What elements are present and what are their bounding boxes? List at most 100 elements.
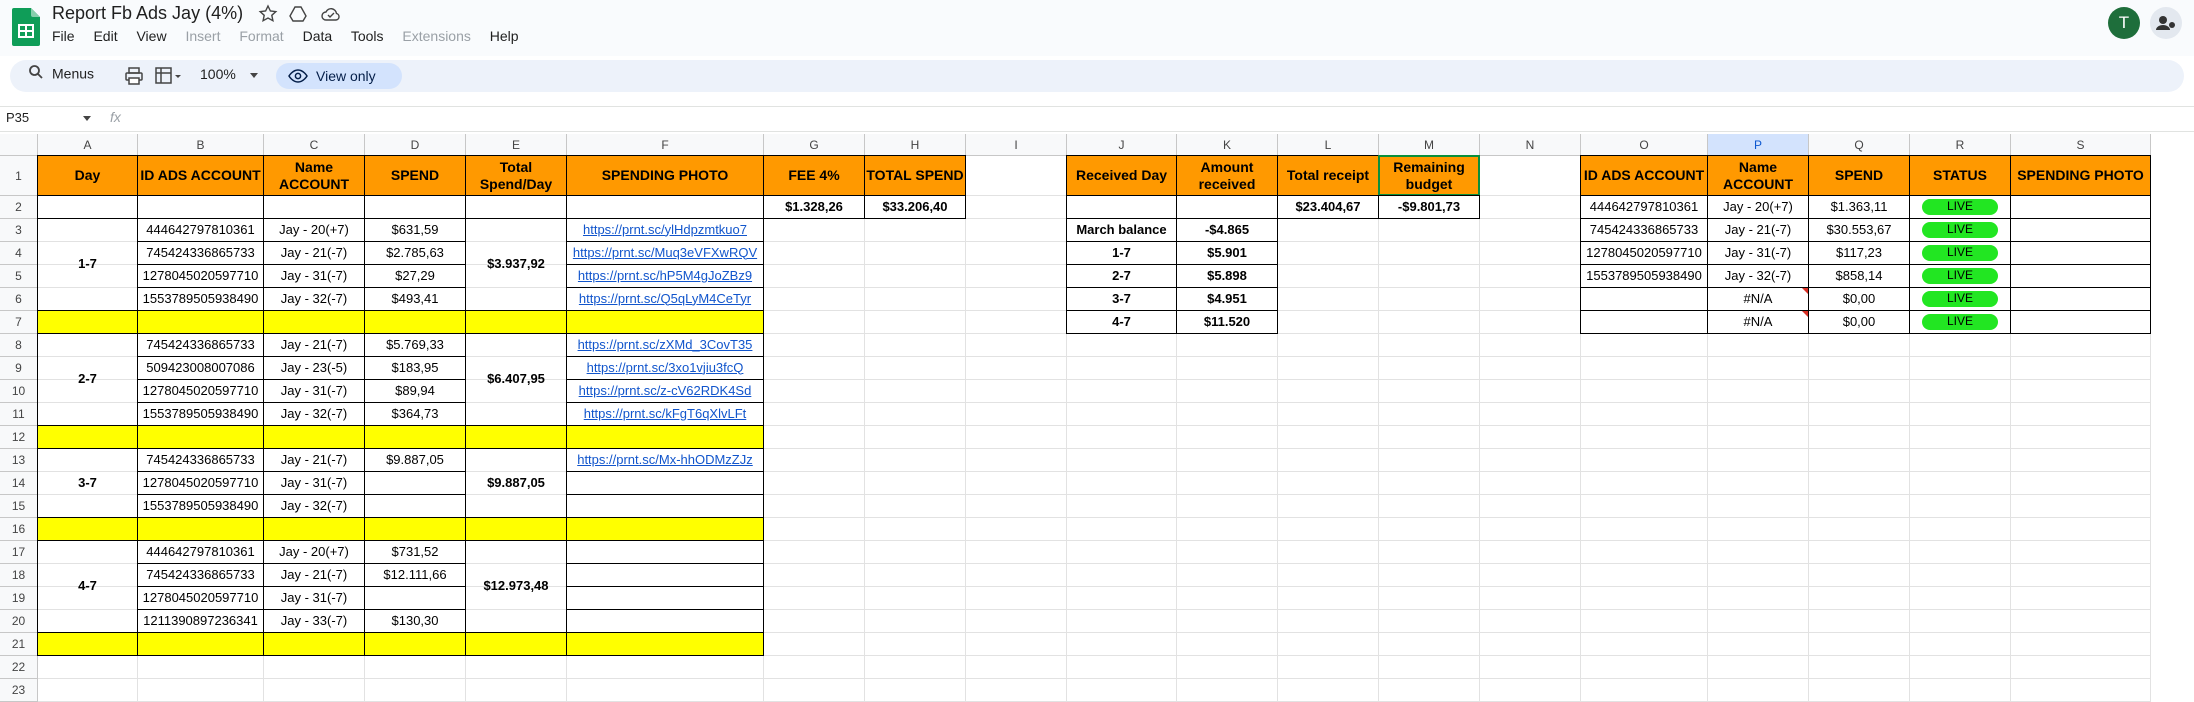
day-total-spend[interactable]: $9.887,05 [465, 448, 567, 518]
empty-cell[interactable] [764, 656, 865, 679]
separator-row[interactable] [263, 310, 365, 334]
account-name[interactable]: Jay - 20(+7) [1707, 195, 1809, 219]
empty-cell[interactable] [1067, 495, 1177, 518]
empty-cell[interactable] [764, 495, 865, 518]
empty-cell[interactable] [1480, 472, 1581, 495]
spending-photo-link[interactable] [566, 540, 764, 564]
row-header-10[interactable]: 10 [0, 380, 38, 403]
separator-row[interactable] [37, 517, 138, 541]
account-id[interactable]: 745424336865733 [137, 333, 264, 357]
empty-cell[interactable] [1278, 380, 1379, 403]
empty-cell[interactable] [865, 679, 966, 702]
empty-cell[interactable] [2011, 472, 2151, 495]
day-total-spend[interactable]: $12.973,48 [465, 540, 567, 633]
empty-cell[interactable] [1480, 564, 1581, 587]
empty-cell[interactable] [1067, 518, 1177, 541]
received-day[interactable]: 1-7 [1066, 241, 1177, 265]
empty-cell[interactable] [966, 472, 1067, 495]
spend-value[interactable]: $30.553,67 [1808, 218, 1910, 242]
received-header-cell[interactable]: Total receipt [1277, 155, 1379, 196]
empty-cell[interactable] [1581, 633, 1708, 656]
day-label[interactable]: 3-7 [37, 448, 138, 518]
account-id[interactable]: 745424336865733 [137, 563, 264, 587]
empty-cell[interactable] [966, 265, 1067, 288]
empty-cell[interactable] [567, 656, 764, 679]
separator-row[interactable] [364, 632, 466, 656]
status-cell[interactable]: LIVE [1909, 218, 2011, 242]
empty-cell[interactable] [1809, 518, 1910, 541]
empty-cell[interactable] [966, 518, 1067, 541]
empty-cell[interactable] [1177, 495, 1278, 518]
blank-cell[interactable] [1176, 195, 1278, 219]
empty-cell[interactable] [1379, 265, 1480, 288]
account-name[interactable]: Jay - 21(-7) [263, 563, 365, 587]
status-cell[interactable]: LIVE [1909, 241, 2011, 265]
account-id[interactable]: 745424336865733 [1580, 218, 1708, 242]
empty-cell[interactable] [1177, 679, 1278, 702]
empty-cell[interactable] [1177, 518, 1278, 541]
empty-cell[interactable] [1379, 426, 1480, 449]
header-cell[interactable]: FEE 4% [763, 155, 865, 196]
day-label[interactable]: 1-7 [37, 218, 138, 311]
account-id[interactable]: 1553789505938490 [137, 402, 264, 426]
empty-cell[interactable] [1581, 656, 1708, 679]
name-box[interactable]: P35 [6, 110, 91, 125]
empty-cell[interactable] [1278, 541, 1379, 564]
empty-cell[interactable] [2011, 587, 2151, 610]
empty-cell[interactable] [1278, 633, 1379, 656]
column-header-o[interactable]: O [1581, 134, 1708, 156]
empty-cell[interactable] [1480, 311, 1581, 334]
separator-row[interactable] [263, 517, 365, 541]
row-header-2[interactable]: 2 [0, 196, 38, 219]
column-header-d[interactable]: D [365, 134, 466, 156]
empty-cell[interactable] [1809, 357, 1910, 380]
empty-cell[interactable] [1809, 449, 1910, 472]
empty-cell[interactable] [1177, 472, 1278, 495]
empty-cell[interactable] [1278, 219, 1379, 242]
empty-cell[interactable] [1708, 656, 1809, 679]
spending-photo-cell[interactable] [2010, 241, 2151, 265]
separator-row[interactable] [37, 632, 138, 656]
empty-cell[interactable] [764, 426, 865, 449]
empty-cell[interactable] [1708, 587, 1809, 610]
empty-cell[interactable] [966, 610, 1067, 633]
move-to-drive-icon[interactable] [288, 4, 308, 24]
empty-cell[interactable] [764, 610, 865, 633]
empty-cell[interactable] [1581, 357, 1708, 380]
account-name[interactable]: Jay - 31(-7) [1707, 241, 1809, 265]
separator-row[interactable] [465, 632, 567, 656]
separator-row[interactable] [137, 425, 264, 449]
empty-cell[interactable] [865, 334, 966, 357]
empty-cell[interactable] [1379, 403, 1480, 426]
account-name[interactable]: Jay - 31(-7) [263, 264, 365, 288]
spend-value[interactable]: $130,30 [364, 609, 466, 633]
amount-received[interactable]: $4.951 [1176, 287, 1278, 311]
empty-cell[interactable] [1177, 380, 1278, 403]
empty-cell[interactable] [865, 472, 966, 495]
separator-row[interactable] [465, 425, 567, 449]
status-cell[interactable]: LIVE [1909, 310, 2011, 334]
empty-cell[interactable] [1480, 265, 1581, 288]
row-header-14[interactable]: 14 [0, 472, 38, 495]
empty-cell[interactable] [1177, 633, 1278, 656]
empty-cell[interactable] [1480, 656, 1581, 679]
account-name[interactable]: Jay - 32(-7) [263, 494, 365, 518]
empty-cell[interactable] [966, 334, 1067, 357]
spending-photo-link[interactable]: https://prnt.sc/Mx-hhODMzZJz [566, 448, 764, 472]
received-day[interactable]: March balance [1066, 218, 1177, 242]
empty-cell[interactable] [865, 656, 966, 679]
spend-value[interactable]: $1.363,11 [1808, 195, 1910, 219]
empty-cell[interactable] [1278, 426, 1379, 449]
header-cell[interactable]: Day [37, 155, 138, 196]
empty-cell[interactable] [1809, 426, 1910, 449]
empty-cell[interactable] [1067, 633, 1177, 656]
empty-cell[interactable] [1067, 541, 1177, 564]
cloud-status-icon[interactable] [320, 4, 340, 24]
empty-cell[interactable] [764, 265, 865, 288]
empty-cell[interactable] [1708, 403, 1809, 426]
account-id[interactable]: 1278045020597710 [137, 586, 264, 610]
empty-cell[interactable] [865, 426, 966, 449]
empty-cell[interactable] [1067, 426, 1177, 449]
separator-row[interactable] [364, 425, 466, 449]
empty-cell[interactable] [1067, 472, 1177, 495]
